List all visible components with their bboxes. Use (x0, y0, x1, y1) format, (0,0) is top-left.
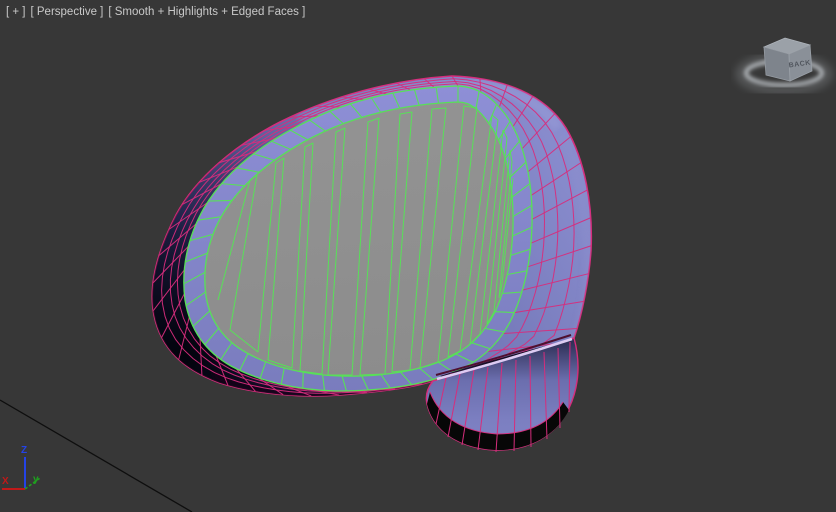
axis-x-label: X (2, 476, 9, 487)
rim-edge (208, 199, 233, 202)
viewcube[interactable]: BACK (736, 37, 832, 94)
viewport-3d: [ + ] [ Perspective ] [ Smooth + Highlig… (0, 0, 836, 512)
rim-edge (302, 372, 304, 389)
axis-tripod: Z X y (2, 445, 41, 490)
viewport-label-bar: [ + ] [ Perspective ] [ Smooth + Highlig… (6, 5, 305, 19)
axis-y-label: y (33, 474, 39, 485)
scene-canvas: BACK Z X y (0, 37, 832, 512)
axis-z-label: Z (21, 445, 27, 456)
viewcube-cube[interactable]: BACK (762, 37, 813, 82)
viewport-menu-shading[interactable]: [ Smooth + Highlights + Edged Faces ] (108, 5, 305, 19)
home-grid-line (0, 399, 193, 512)
viewport-menu-pov[interactable]: [ Perspective ] (31, 5, 104, 19)
viewport-menu-general[interactable]: [ + ] (6, 5, 26, 19)
